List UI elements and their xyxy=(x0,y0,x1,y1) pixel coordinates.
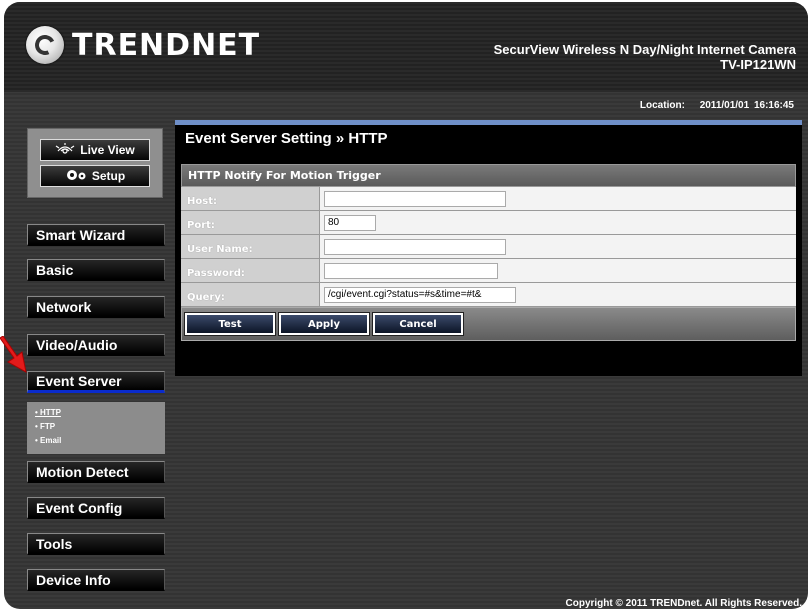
panel-top-bar xyxy=(175,120,802,125)
host-label-text: Host: xyxy=(187,196,217,207)
apply-button[interactable]: Apply xyxy=(278,312,370,336)
form-row-port: Port: xyxy=(181,211,796,235)
page-title: Event Server Setting » HTTP xyxy=(185,130,388,147)
section-header: HTTP Notify For Motion Trigger xyxy=(181,164,796,187)
password-cell xyxy=(320,259,796,282)
copyright: Copyright © 2011 TRENDnet. All Rights Re… xyxy=(565,598,803,609)
annotation-arrow-icon xyxy=(0,336,27,373)
menu-event-config[interactable]: Event Config xyxy=(27,497,165,519)
menu-basic-label: Basic xyxy=(36,261,74,278)
password-label-text: Password: xyxy=(187,268,245,279)
trendnet-logo-icon xyxy=(26,26,64,64)
location-datetime: 2011/01/01 16:16:45 xyxy=(699,100,794,111)
submenu-item-http[interactable]: • HTTP xyxy=(27,406,165,420)
product-title: SecurView Wireless N Day/Night Internet … xyxy=(494,42,796,72)
view-mode-box: Live View Setup xyxy=(27,128,163,198)
menu-device-info-label: Device Info xyxy=(36,571,111,588)
menu-tools-label: Tools xyxy=(36,535,73,552)
test-button[interactable]: Test xyxy=(184,312,276,336)
live-view-icon xyxy=(55,142,75,158)
query-input[interactable] xyxy=(324,286,516,303)
menu-event-server-label: Event Server xyxy=(36,373,122,389)
menu-basic[interactable]: Basic xyxy=(27,259,165,281)
brand-name: TRENDNET xyxy=(72,27,261,63)
cancel-button[interactable]: Cancel xyxy=(372,312,464,336)
query-cell xyxy=(320,283,796,306)
password-label: Password: xyxy=(181,259,320,282)
menu-motion-detect[interactable]: Motion Detect xyxy=(27,461,165,483)
form-row-password: Password: xyxy=(181,259,796,283)
form-row-host: Host: xyxy=(181,187,796,211)
page-frame: TRENDNET SecurView Wireless N Day/Night … xyxy=(4,2,808,609)
port-cell xyxy=(320,211,796,234)
user-name-cell xyxy=(320,235,796,258)
query-label: Query: xyxy=(181,283,320,306)
user-name-label-text: User Name: xyxy=(187,244,253,255)
setup-label: Setup xyxy=(91,169,126,183)
user-name-input[interactable] xyxy=(324,238,506,255)
menu-tools[interactable]: Tools xyxy=(27,533,165,555)
menu-network-label: Network xyxy=(36,298,92,315)
menu-motion-detect-label: Motion Detect xyxy=(36,463,129,480)
host-cell xyxy=(320,187,796,210)
port-label: Port: xyxy=(181,211,320,234)
setup-button[interactable]: Setup xyxy=(40,165,150,187)
menu-video-audio-label: Video/Audio xyxy=(36,336,118,353)
submenu-item-email[interactable]: • Email xyxy=(27,434,165,448)
menu-smart-wizard-label: Smart Wizard xyxy=(36,226,126,243)
product-name: SecurView Wireless N Day/Night Internet … xyxy=(493,42,796,57)
menu-event-config-label: Event Config xyxy=(36,499,123,516)
host-label: Host: xyxy=(181,187,320,210)
port-input[interactable] xyxy=(324,214,376,231)
action-bar: Test Apply Cancel xyxy=(181,307,796,341)
menu-video-audio[interactable]: Video/Audio xyxy=(27,334,165,356)
location-label: Location: xyxy=(639,100,685,111)
password-input[interactable] xyxy=(324,262,498,279)
menu-device-info[interactable]: Device Info xyxy=(27,569,165,591)
live-view-button[interactable]: Live View xyxy=(40,139,150,161)
http-notify-form: HTTP Notify For Motion Trigger Host: Por… xyxy=(181,164,796,341)
menu-network[interactable]: Network xyxy=(27,296,165,318)
location-bar: Location: 2011/01/01 16:16:45 xyxy=(640,100,794,111)
menu-event-server[interactable]: Event Server xyxy=(27,371,165,393)
user-name-label: User Name: xyxy=(181,235,320,258)
menu-smart-wizard[interactable]: Smart Wizard xyxy=(27,224,165,246)
form-row-user-name: User Name: xyxy=(181,235,796,259)
product-model: TV-IP121WN xyxy=(720,57,796,72)
form-row-query: Query: xyxy=(181,283,796,307)
header: TRENDNET SecurView Wireless N Day/Night … xyxy=(4,2,808,92)
event-server-submenu: • HTTP • FTP • Email xyxy=(27,402,165,454)
live-view-label: Live View xyxy=(80,143,135,157)
host-input[interactable] xyxy=(324,190,506,207)
trendnet-logo: TRENDNET xyxy=(26,26,260,64)
query-label-text: Query: xyxy=(187,292,225,303)
gear-icon xyxy=(65,168,87,185)
submenu-item-ftp[interactable]: • FTP xyxy=(27,420,165,434)
port-label-text: Port: xyxy=(187,220,215,231)
settings-panel: Event Server Setting » HTTP HTTP Notify … xyxy=(175,120,802,376)
